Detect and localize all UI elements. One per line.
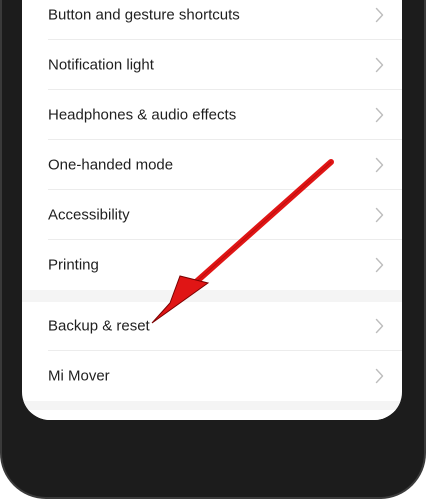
chevron-right-icon — [375, 257, 384, 273]
screen: Button and gesture shortcuts Notificatio… — [22, 0, 402, 420]
chevron-right-icon — [375, 207, 384, 223]
settings-item-accessibility[interactable]: Accessibility — [22, 190, 402, 240]
navigation-bar — [22, 410, 402, 420]
settings-item-label: Printing — [48, 256, 99, 274]
settings-item-label: Accessibility — [48, 206, 130, 224]
chevron-right-icon — [375, 368, 384, 384]
settings-item-label: One-handed mode — [48, 156, 174, 174]
settings-item-headphones-audio-effects[interactable]: Headphones & audio effects — [22, 90, 402, 140]
settings-item-label: Backup & reset — [48, 317, 150, 335]
settings-item-label: Button and gesture shortcuts — [48, 6, 240, 24]
chevron-right-icon — [375, 318, 384, 334]
settings-item-button-gesture-shortcuts[interactable]: Button and gesture shortcuts — [22, 0, 402, 40]
settings-item-notification-light[interactable]: Notification light — [22, 40, 402, 90]
settings-item-one-handed-mode[interactable]: One-handed mode — [22, 140, 402, 190]
settings-item-label: Notification light — [48, 56, 154, 74]
settings-item-label: Mi Mover — [48, 367, 110, 385]
chevron-right-icon — [375, 107, 384, 123]
settings-list-group-2: Backup & reset Mi Mover — [22, 301, 402, 401]
settings-item-printing[interactable]: Printing — [22, 240, 402, 290]
settings-item-mi-mover[interactable]: Mi Mover — [22, 351, 402, 401]
chevron-right-icon — [375, 7, 384, 23]
settings-list-group-1: Button and gesture shortcuts Notificatio… — [22, 0, 402, 290]
chevron-right-icon — [375, 57, 384, 73]
chevron-right-icon — [375, 157, 384, 173]
phone-frame: Button and gesture shortcuts Notificatio… — [0, 0, 426, 499]
settings-item-backup-reset[interactable]: Backup & reset — [22, 301, 402, 351]
settings-item-label: Headphones & audio effects — [48, 106, 237, 124]
